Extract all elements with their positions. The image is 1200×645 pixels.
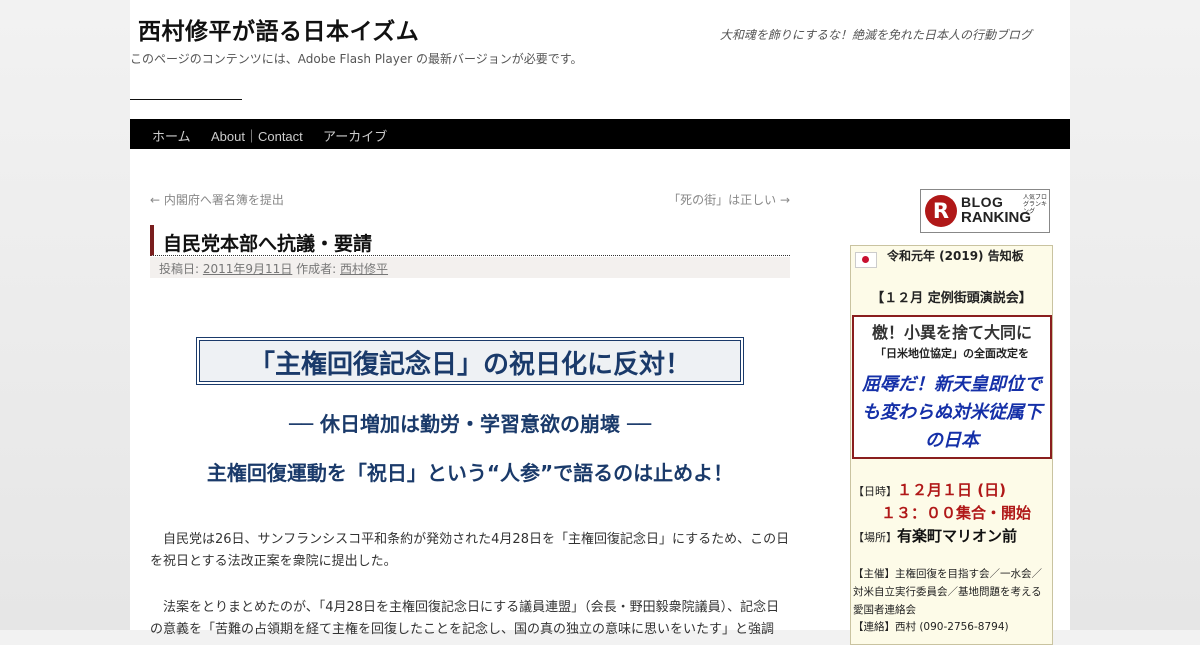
contact-text: 【連絡】西村 (090-2756-8794)	[853, 621, 1009, 633]
event-date-row: 【日時】１２月１日 (日)	[853, 479, 1006, 500]
subheading-2: 主権回復運動を「祝日」という“人参”で語るのは止めよ！	[206, 461, 734, 485]
entry-title: 自民党本部へ抗議・要請	[163, 233, 373, 255]
ranking-small-text: 人気ブログランキング	[1023, 194, 1047, 215]
blog-ranking-banner[interactable]: R BLOG RANKING 人気ブログランキング	[920, 189, 1050, 233]
previous-post-link[interactable]: ← 内閣府へ署名簿を提出	[150, 191, 284, 208]
event-title: 【１２月 定例街頭演説会】	[871, 291, 1032, 306]
menu-item-about-contact[interactable]: About｜Contact	[211, 126, 303, 145]
place-value: 有楽町マリオン前	[897, 527, 1018, 545]
author-link[interactable]: 西村修平	[340, 262, 388, 276]
slogan-3: 屈辱だ！新天皇即位でも変わらぬ対米従属下の日本	[862, 374, 1042, 451]
event-time-row: １３：００集合・開始	[881, 502, 1031, 523]
page-wrapper: 西村修平が語る日本イズム 大和魂を飾りにするな！絶滅を免れた日本人の行動ブログ …	[130, 0, 1070, 645]
time-value: １３：００集合・開始	[881, 504, 1032, 522]
site-description: 大和魂を飾りにするな！絶滅を免れた日本人の行動ブログ	[719, 28, 1032, 42]
meta-posted-label: 投稿日:	[159, 262, 200, 276]
ranking-logo-icon: R	[925, 195, 957, 227]
subheading-1: ── 休日増加は勤労・学習意欲の崩壊 ──	[288, 412, 652, 436]
menu-item-archive[interactable]: アーカイブ	[323, 126, 387, 145]
header-divider	[130, 99, 242, 100]
next-post-link[interactable]: 「死の街」は正しい →	[668, 191, 790, 208]
organizer-text: 【主催】主権回復を目指す会／一水会／対米自立実行委員会／基地問題を考える愛国者連…	[853, 568, 1042, 616]
entry-meta: 投稿日: 2011年9月11日 作成者: 西村修平	[150, 257, 790, 278]
headline-box: 「主権回復記念日」の祝日化に反対！	[196, 337, 744, 385]
date-label: 【日時】	[853, 485, 897, 498]
place-label: 【場所】	[853, 531, 897, 544]
main-menu: ホーム About｜Contact アーカイブ	[130, 119, 1070, 149]
entry-title-bar: 自民党本部へ抗議・要請	[150, 225, 790, 256]
body-paragraph-1: 自民党は26日、サンフランシスコ平和条約が発効された4月28日を「主権回復記念日…	[150, 532, 790, 569]
ranking-word-blog: BLOG	[961, 194, 1004, 210]
slogan-1: 檄！小異を捨て大同に	[871, 323, 1032, 342]
post-date-link[interactable]: 2011年9月11日	[203, 262, 292, 276]
flash-player-notice: このページのコンテンツには、Adobe Flash Player の最新バージョ…	[130, 52, 583, 66]
ranking-word-ranking: RANKING	[961, 209, 1031, 226]
slogan-2: 「日米地位協定」の全面改定を	[875, 347, 1029, 360]
meta-author-label: 作成者:	[296, 262, 337, 276]
japan-flag-icon	[855, 252, 877, 268]
menu-item-home[interactable]: ホーム	[152, 126, 191, 145]
headline-text: 「主権回復記念日」の祝日化に反対！	[248, 350, 691, 380]
date-value: １２月１日 (日)	[897, 481, 1006, 499]
event-place-row: 【場所】有楽町マリオン前	[853, 525, 1017, 546]
body-paragraph-2: 法案をとりまとめたのが、「4月28日を主権回復記念日にする議員連盟」（会長・野田…	[150, 600, 780, 637]
notice-heading: 令和元年 (2019) 告知板	[887, 249, 1024, 263]
site-title[interactable]: 西村修平が語る日本イズム	[138, 12, 419, 46]
slogan-box: 檄！小異を捨て大同に 「日米地位協定」の全面改定を 屈辱だ！新天皇即位でも変わら…	[852, 315, 1052, 459]
notice-board: 令和元年 (2019) 告知板 【１２月 定例街頭演説会】 檄！小異を捨て大同に…	[850, 245, 1053, 645]
